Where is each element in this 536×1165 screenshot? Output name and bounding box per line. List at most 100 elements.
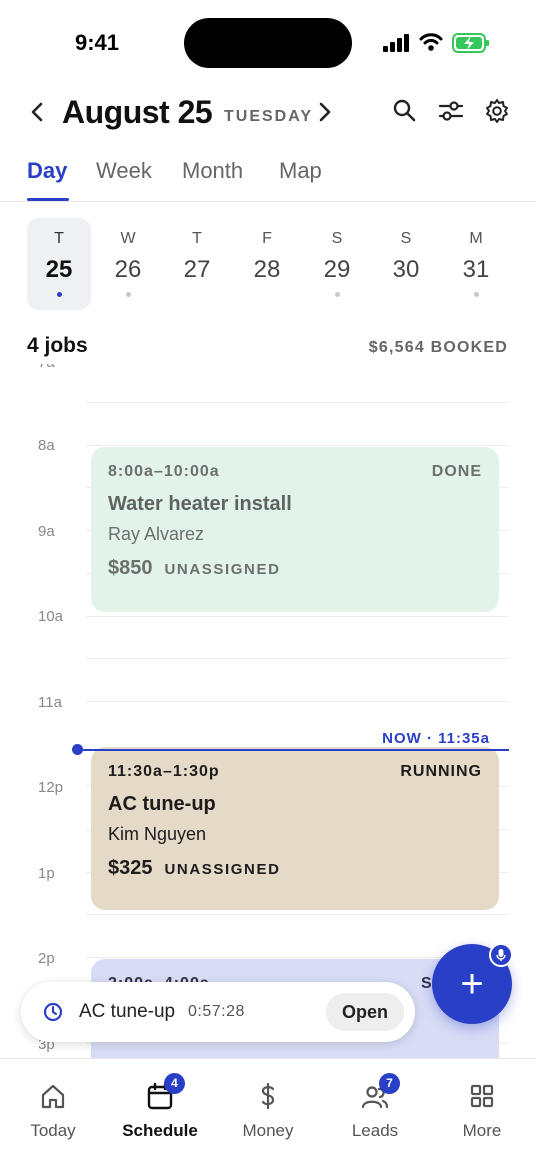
job-customer: Ray Alvarez [108, 524, 205, 544]
active-job-timer[interactable]: AC tune-up 0:57:28 Open [21, 982, 415, 1042]
half-hour-gridline [86, 914, 509, 915]
job-card-water-heater[interactable]: 8:00a–10:00a DONE Water heater install R… [91, 447, 499, 612]
next-day-button[interactable] [318, 98, 332, 129]
dynamic-island [184, 18, 352, 68]
timer-clock-icon [43, 1002, 63, 1022]
week-day-letter: T [192, 230, 202, 247]
job-assignee: UNASSIGNED [164, 861, 281, 878]
date-header: August 25 TUESDAY [0, 90, 536, 136]
week-day-29[interactable]: S 29 [305, 218, 369, 310]
hour-label: 1p [38, 865, 55, 882]
hour-label: 8a [38, 437, 55, 454]
view-tabs: Day Week Month Map [0, 152, 536, 202]
week-day-letter: M [469, 230, 483, 247]
page-title[interactable]: August 25 [62, 94, 213, 131]
current-time-line [78, 749, 509, 751]
filter-sliders-icon[interactable] [438, 98, 464, 124]
current-time-label: NOW · 11:35a [378, 730, 494, 747]
wifi-icon [419, 33, 443, 51]
job-time: 11:30a–1:30p [108, 763, 220, 780]
booked-total: $6,564 BOOKED [368, 339, 508, 356]
jobs-dot [57, 292, 62, 297]
nav-label: Money [242, 1121, 294, 1140]
grid-icon [470, 1084, 494, 1108]
hour-label: 10a [38, 608, 64, 625]
week-day-number: 30 [392, 256, 420, 283]
week-day-letter: S [400, 230, 412, 247]
nav-item-more[interactable]: More [432, 1081, 532, 1141]
week-day-28[interactable]: F 28 [235, 218, 299, 310]
hour-label: 12p [38, 779, 64, 796]
status-time: 9:41 [75, 30, 120, 55]
status-bar: 9:41 [0, 0, 536, 80]
week-day-26[interactable]: W 26 [96, 218, 160, 310]
chevron-right-icon [319, 102, 331, 122]
jobs-dot [474, 292, 479, 297]
tab-map[interactable]: Map [279, 158, 322, 184]
home-icon [41, 1084, 65, 1109]
hour-label: 11a [38, 694, 62, 711]
tab-day[interactable]: Day [27, 158, 67, 184]
week-day-number: 26 [114, 256, 142, 283]
week-day-letter: S [331, 230, 343, 247]
nav-item-leads[interactable]: 7 Leads [325, 1073, 425, 1141]
nav-item-schedule[interactable]: 4 Schedule [110, 1073, 210, 1141]
week-day-31[interactable]: M 31 [444, 218, 508, 310]
nav-item-today[interactable]: Today [3, 1081, 103, 1141]
week-day-number: 31 [462, 256, 490, 283]
week-day-letter: T [54, 230, 64, 247]
nav-item-money[interactable]: Money [218, 1081, 318, 1141]
job-price: $850 [108, 557, 153, 579]
week-day-number: 29 [323, 256, 351, 283]
job-title: Water heater install [108, 493, 292, 515]
job-assignee: UNASSIGNED [164, 561, 281, 578]
microphone-icon [496, 949, 506, 961]
week-day-letter: W [120, 230, 136, 247]
weekday-label: TUESDAY [224, 108, 313, 125]
jobs-dot [126, 292, 131, 297]
add-job-button[interactable]: + [432, 943, 513, 1024]
prev-day-button[interactable] [30, 98, 44, 129]
hour-label: 2p [38, 950, 55, 967]
hour-label: 7a [38, 364, 55, 371]
job-title: AC tune-up [108, 793, 216, 815]
nav-label: Leads [351, 1121, 399, 1140]
week-day-number: 28 [253, 256, 281, 283]
chevron-left-icon [31, 102, 43, 122]
cellular-signal-icon [383, 34, 409, 52]
voice-mic-button[interactable] [489, 943, 513, 967]
week-strip: T 25 W 26 T 27 F 28 S 29 S 30 M 31 [0, 218, 536, 310]
dollar-icon [261, 1082, 275, 1110]
tab-month[interactable]: Month [182, 158, 243, 184]
timer-job-name: AC tune-up [79, 1001, 176, 1022]
job-status-badge: DONE [431, 463, 482, 480]
search-icon[interactable] [392, 98, 418, 124]
nav-label: More [462, 1121, 502, 1140]
job-card-ac-tune-up[interactable]: 11:30a–1:30p RUNNING AC tune-up Kim Nguy… [91, 747, 499, 910]
week-day-number: 25 [45, 256, 73, 283]
week-day-27[interactable]: T 27 [165, 218, 229, 310]
half-hour-gridline [86, 658, 509, 659]
nav-label: Schedule [122, 1121, 198, 1140]
job-count: 4 jobs [27, 334, 88, 357]
battery-charging-icon [452, 33, 489, 53]
leads-count-badge: 7 [379, 1073, 400, 1094]
current-time-dot [72, 744, 83, 755]
timer-elapsed: 0:57:28 [188, 1003, 245, 1020]
job-price: $325 [108, 857, 153, 879]
hour-label: 9a [38, 523, 55, 540]
week-day-number: 27 [183, 256, 211, 283]
jobs-dot [335, 292, 340, 297]
tab-week[interactable]: Week [96, 158, 152, 184]
week-day-30[interactable]: S 30 [374, 218, 438, 310]
job-time: 8:00a–10:00a [108, 463, 220, 480]
week-day-25[interactable]: T 25 [27, 218, 91, 310]
job-status-badge: RUNNING [400, 763, 482, 780]
schedule-count-badge: 4 [164, 1073, 185, 1094]
gear-icon[interactable] [484, 98, 510, 124]
week-day-letter: F [262, 230, 272, 247]
open-job-button[interactable]: Open [326, 993, 404, 1031]
hour-gridline [86, 701, 509, 702]
half-hour-gridline [86, 402, 509, 403]
active-tab-indicator [27, 198, 69, 201]
